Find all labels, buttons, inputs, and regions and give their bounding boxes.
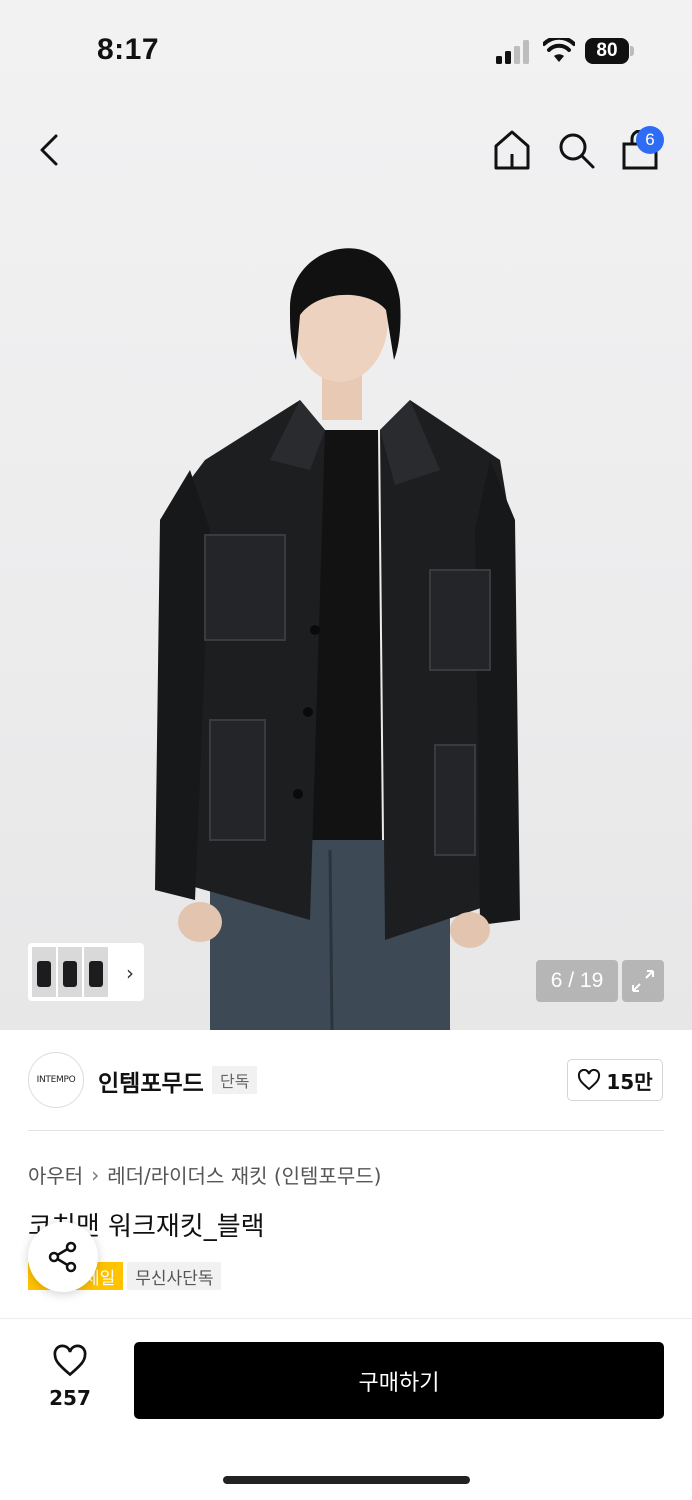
thumbnail-image[interactable] (58, 947, 82, 997)
cart-count-badge: 6 (636, 126, 664, 154)
share-icon (48, 1241, 77, 1273)
heart-icon (578, 1069, 601, 1091)
status-time: 8:17 (97, 33, 160, 66)
image-counter: 6 / 19 (536, 960, 618, 1002)
buy-button[interactable]: 구매하기 (134, 1342, 664, 1419)
wifi-icon (543, 38, 575, 62)
product-page: 8:17 80 6 › 6 / 19 INTEMPO 인템포무드 단독 15만 … (0, 0, 692, 1500)
wishlist-count: 257 (49, 1386, 91, 1410)
product-image-gallery[interactable]: 8:17 80 6 › 6 / 19 (0, 0, 692, 1030)
home-indicator (223, 1476, 470, 1484)
wishlist-button[interactable]: 257 (36, 1344, 104, 1416)
brand-logo[interactable]: INTEMPO (28, 1052, 84, 1108)
breadcrumb: 아우터 › 레더/라이더스 재킷 (인템포무드) (28, 1160, 381, 1189)
home-icon[interactable] (492, 128, 532, 172)
product-model-image (155, 248, 520, 1030)
back-arrow-icon[interactable] (30, 130, 70, 170)
exclusive-tag: 단독 (212, 1066, 258, 1094)
chevron-right-icon: › (91, 1162, 100, 1187)
chevron-right-icon: › (126, 961, 134, 985)
status-bar: 8:17 80 (0, 0, 692, 100)
musinsa-exclusive-tag: 무신사단독 (127, 1262, 222, 1290)
search-icon[interactable] (556, 130, 596, 170)
breadcrumb-subcategory[interactable]: 레더/라이더스 재킷 (인템포무드) (107, 1160, 381, 1189)
thumbnail-image[interactable] (84, 947, 108, 997)
brand-name[interactable]: 인템포무드 (98, 1064, 204, 1098)
brand-like-count: 15만 (606, 1069, 653, 1094)
cellular-signal-icon (496, 40, 529, 64)
bottom-bar-divider (0, 1318, 692, 1319)
battery-tip (630, 46, 634, 56)
breadcrumb-category[interactable]: 아우터 (28, 1160, 83, 1189)
thumbnail-strip[interactable]: › (28, 943, 144, 1001)
thumbnail-image[interactable] (32, 947, 56, 997)
divider (28, 1130, 664, 1131)
expand-button[interactable] (622, 960, 664, 1002)
battery-indicator: 80 (585, 38, 629, 64)
brand-like-button[interactable]: 15만 (567, 1059, 663, 1101)
share-button[interactable] (28, 1222, 98, 1292)
expand-icon (632, 970, 654, 992)
heart-icon (53, 1344, 87, 1377)
